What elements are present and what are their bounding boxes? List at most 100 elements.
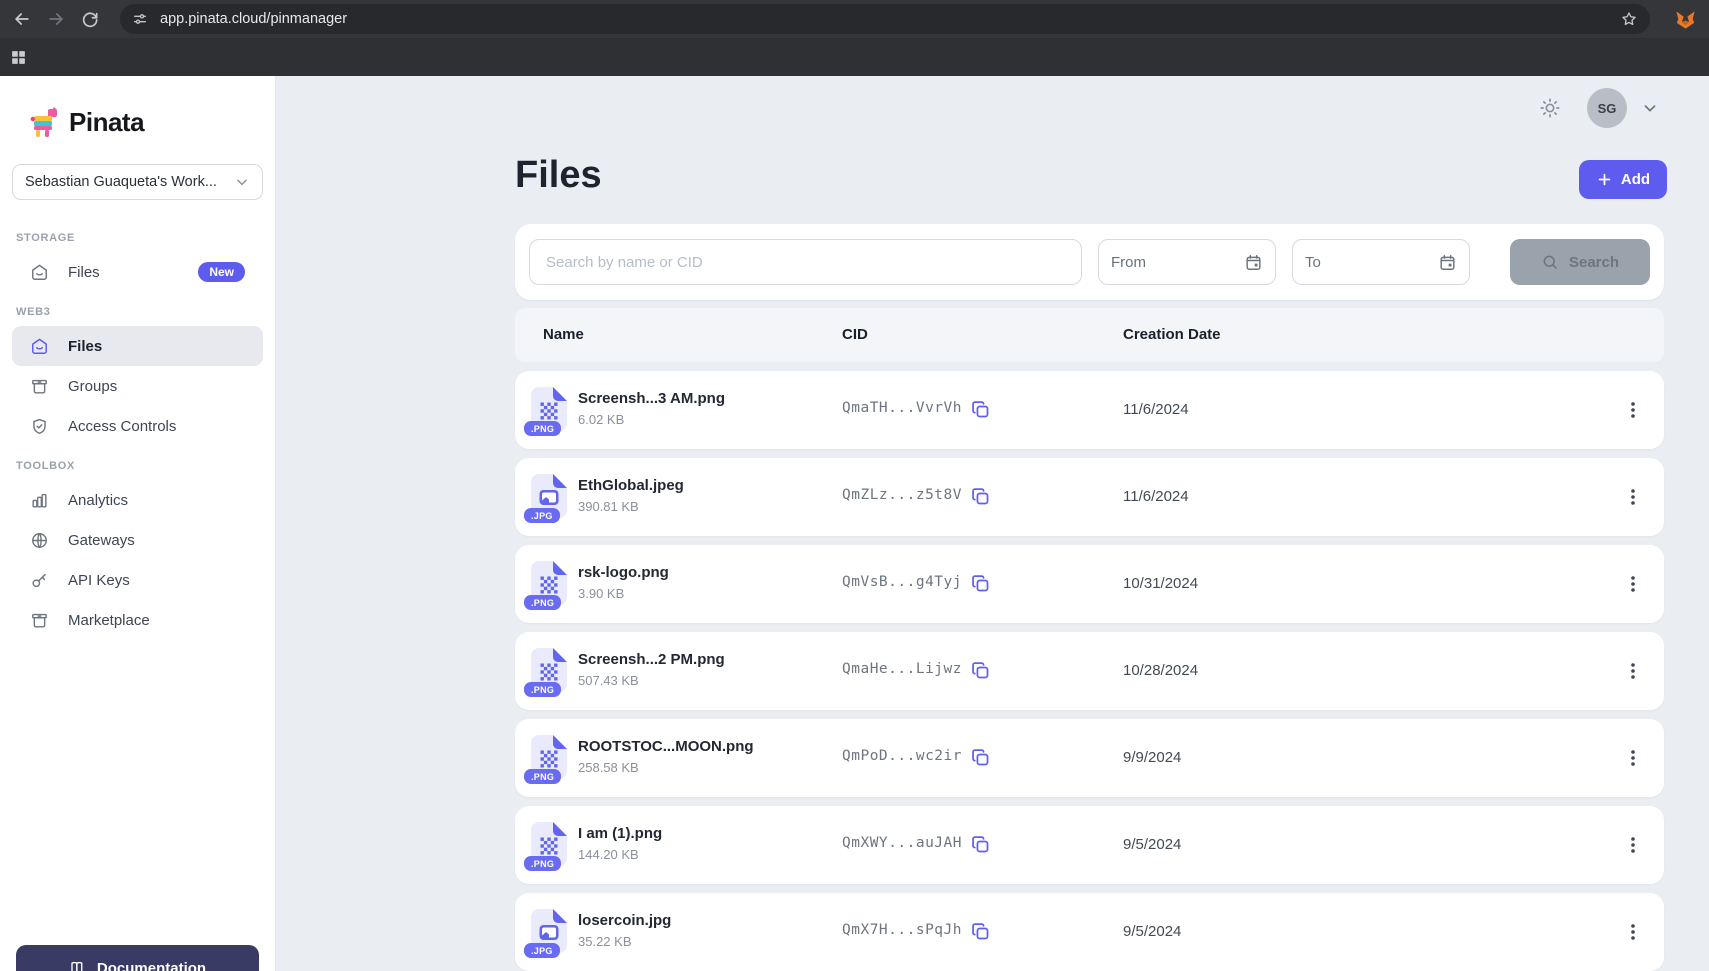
file-type-icon: .PNG (531, 648, 567, 692)
shield-check-icon (30, 417, 49, 436)
documentation-button[interactable]: Documentation (16, 945, 259, 971)
back-icon[interactable] (12, 9, 32, 29)
file-cid: QmaTH...VvrVh (842, 400, 962, 416)
file-type-icon: .PNG (531, 735, 567, 779)
file-size: 144.20 KB (578, 847, 662, 862)
plus-icon (1596, 171, 1613, 188)
file-creation-date: 9/9/2024 (1123, 749, 1181, 766)
date-to-placeholder: To (1305, 254, 1321, 271)
table-row[interactable]: .PNG rsk-logo.png 3.90 KB QmVsB...g4Tyj … (515, 545, 1664, 623)
table-row[interactable]: .JPG EthGlobal.jpeg 390.81 KB QmZLz...z5… (515, 458, 1664, 536)
file-name-block: Screensh...3 AM.png 6.02 KB (578, 389, 725, 427)
profile-chevron-down-icon[interactable] (1641, 99, 1659, 117)
avatar-initials: SG (1598, 101, 1617, 116)
row-menu-kebab-icon[interactable] (1624, 835, 1642, 855)
calendar-icon (1438, 253, 1457, 272)
file-extension-badge: .PNG (524, 595, 561, 610)
address-bar[interactable]: app.pinata.cloud/pinmanager (120, 4, 1650, 34)
file-type-icon: .JPG (531, 474, 567, 518)
sidebar-item-files-storage[interactable]: Files New (12, 252, 263, 292)
file-extension-badge: .PNG (524, 769, 561, 784)
sidebar-item-analytics[interactable]: Analytics (12, 480, 263, 520)
files-icon (30, 263, 49, 282)
documentation-label: Documentation (97, 960, 206, 971)
row-menu-kebab-icon[interactable] (1624, 661, 1642, 681)
box-icon (30, 377, 49, 396)
date-to-field[interactable]: To (1292, 239, 1470, 285)
file-name-block: rsk-logo.png 3.90 KB (578, 563, 669, 601)
browser-toolbar: app.pinata.cloud/pinmanager (0, 0, 1709, 38)
sidebar-item-api-keys[interactable]: API Keys (12, 560, 263, 600)
apps-grid-icon[interactable] (10, 49, 27, 66)
file-creation-date: 10/31/2024 (1123, 575, 1198, 592)
avatar[interactable]: SG (1587, 88, 1627, 128)
sidebar-item-label: API Keys (68, 572, 130, 589)
column-header-cid: CID (842, 326, 868, 343)
row-menu-kebab-icon[interactable] (1624, 400, 1642, 420)
copy-icon (970, 486, 991, 507)
table-row[interactable]: .PNG I am (1).png 144.20 KB QmXWY...auJA… (515, 806, 1664, 884)
copy-cid-button[interactable] (970, 834, 991, 855)
file-creation-date: 10/28/2024 (1123, 662, 1198, 679)
file-name: losercoin.jpg (578, 911, 671, 930)
url-text: app.pinata.cloud/pinmanager (160, 11, 1620, 27)
site-settings-icon[interactable] (132, 11, 148, 27)
reload-icon[interactable] (80, 9, 100, 29)
table-row[interactable]: .JPG losercoin.jpg 35.22 KB QmX7H...sPqJ… (515, 893, 1664, 971)
search-button[interactable]: Search (1510, 239, 1650, 285)
sidebar-nav: STORAGE Files New WEB3 Files Groups (0, 200, 275, 640)
copy-cid-button[interactable] (970, 921, 991, 942)
file-size: 258.58 KB (578, 760, 754, 775)
table-row[interactable]: .PNG ROOTSTOC...MOON.png 258.58 KB QmPoD… (515, 719, 1664, 797)
bookmark-star-icon[interactable] (1620, 10, 1638, 28)
add-button[interactable]: Add (1579, 160, 1667, 199)
file-cid: QmZLz...z5t8V (842, 487, 962, 503)
copy-icon (970, 921, 991, 942)
copy-icon (970, 399, 991, 420)
copy-cid-button[interactable] (970, 399, 991, 420)
table-row[interactable]: .PNG Screensh...3 AM.png 6.02 KB QmaTH..… (515, 371, 1664, 449)
search-card: From To Search (515, 224, 1664, 300)
main-content: SG Files Add From To (276, 76, 1709, 971)
column-header-name: Name (543, 326, 584, 343)
workspace-selector[interactable]: Sebastian Guaqueta's Work... (12, 164, 263, 200)
sidebar-item-marketplace[interactable]: Marketplace (12, 600, 263, 640)
new-badge: New (198, 262, 245, 282)
forward-icon[interactable] (46, 9, 66, 29)
add-button-label: Add (1621, 171, 1650, 188)
sidebar-item-label: Marketplace (68, 612, 150, 629)
row-menu-kebab-icon[interactable] (1624, 748, 1642, 768)
theme-toggle-sun-icon[interactable] (1539, 97, 1561, 119)
table-row[interactable]: .PNG Screensh...2 PM.png 507.43 KB QmaHe… (515, 632, 1664, 710)
file-cid: QmVsB...g4Tyj (842, 574, 962, 590)
sidebar-item-gateways[interactable]: Gateways (12, 520, 263, 560)
copy-cid-button[interactable] (970, 660, 991, 681)
header-actions: SG (1539, 88, 1659, 128)
sidebar-item-groups[interactable]: Groups (12, 366, 263, 406)
sidebar-item-files-web3[interactable]: Files (12, 326, 263, 366)
book-icon (69, 959, 87, 971)
file-creation-date: 11/6/2024 (1123, 488, 1189, 505)
pinata-logo[interactable]: Pinata (0, 76, 275, 138)
metamask-extension-icon[interactable] (1674, 8, 1697, 31)
key-icon (30, 571, 49, 590)
date-from-field[interactable]: From (1098, 239, 1276, 285)
copy-cid-button[interactable] (970, 486, 991, 507)
file-size: 35.22 KB (578, 934, 671, 949)
file-name: I am (1).png (578, 824, 662, 843)
file-type-icon: .PNG (531, 561, 567, 605)
file-cid: QmX7H...sPqJh (842, 922, 962, 938)
search-input[interactable] (529, 239, 1082, 285)
copy-cid-button[interactable] (970, 573, 991, 594)
file-cid: QmaHe...Lijwz (842, 661, 962, 677)
sidebar-item-access-controls[interactable]: Access Controls (12, 406, 263, 446)
file-size: 390.81 KB (578, 499, 684, 514)
row-menu-kebab-icon[interactable] (1624, 487, 1642, 507)
row-menu-kebab-icon[interactable] (1624, 574, 1642, 594)
file-type-icon: .JPG (531, 909, 567, 953)
file-creation-date: 9/5/2024 (1123, 923, 1181, 940)
copy-cid-button[interactable] (970, 747, 991, 768)
row-menu-kebab-icon[interactable] (1624, 922, 1642, 942)
file-creation-date: 9/5/2024 (1123, 836, 1181, 853)
file-name: Screensh...2 PM.png (578, 650, 725, 669)
